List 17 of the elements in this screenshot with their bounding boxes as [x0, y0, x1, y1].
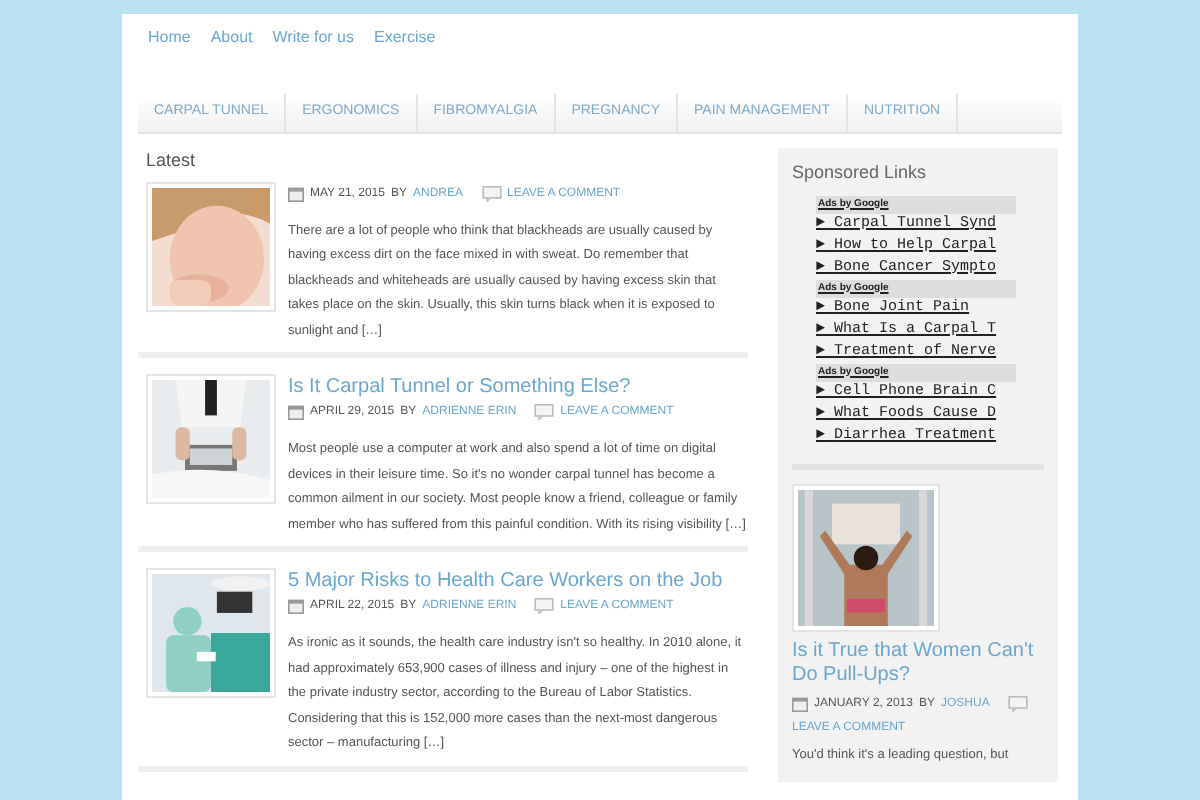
sidebar-heading: Sponsored Links	[792, 160, 929, 186]
calendar-icon	[288, 404, 304, 420]
comment-icon	[534, 598, 555, 614]
comment-icon	[1007, 695, 1028, 711]
nav-link[interactable]: Exercise	[374, 26, 436, 50]
post-title[interactable]: Is It Carpal Tunnel or Something Else?	[288, 374, 748, 400]
nav-link[interactable]: About	[210, 26, 253, 50]
nav-link[interactable]: Home	[148, 26, 191, 50]
calendar-icon	[288, 185, 304, 201]
comment-icon	[534, 404, 555, 420]
calendar-icon	[288, 598, 304, 614]
featured-title[interactable]: Is it True that Women Can't Do Pull-Ups?	[792, 639, 1044, 687]
comment-icon	[481, 185, 502, 201]
post-title[interactable]: 5 Major Risks to Health Care Workers on the Job	[288, 568, 748, 594]
nav-link[interactable]: Write for us	[272, 26, 354, 50]
calendar-icon	[792, 695, 808, 711]
section-heading: Latest	[144, 148, 198, 174]
